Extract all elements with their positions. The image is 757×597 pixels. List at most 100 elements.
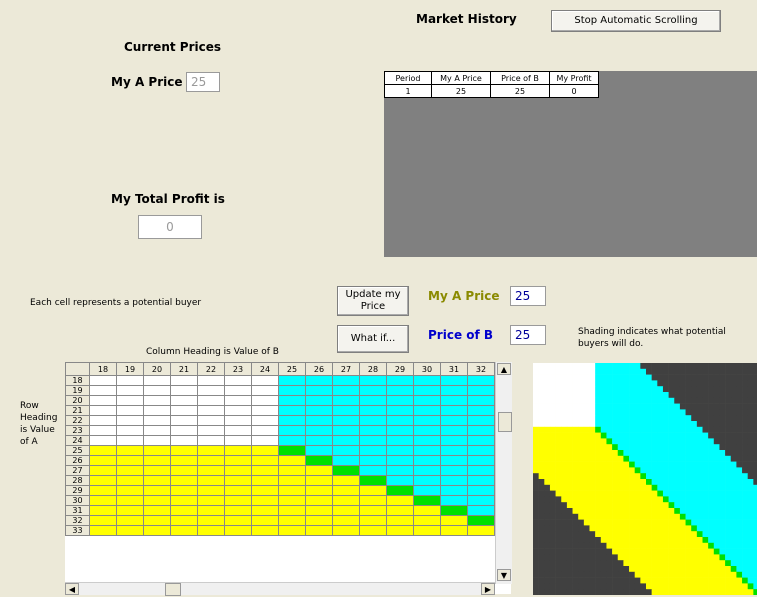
grid-cell[interactable] [89,505,117,516]
grid-cell[interactable] [170,425,198,436]
grid-cell[interactable] [332,445,360,456]
grid-cell[interactable] [278,425,306,436]
grid-cell[interactable] [89,405,117,416]
grid-cell[interactable] [143,505,171,516]
grid-cell[interactable] [467,505,495,516]
grid-cell[interactable] [359,415,387,426]
grid-cell[interactable] [413,515,441,526]
grid-cell[interactable] [305,455,333,466]
grid-cell[interactable] [278,525,306,536]
grid-cell[interactable] [305,395,333,406]
grid-cell[interactable] [332,425,360,436]
grid-cell[interactable] [413,485,441,496]
grid-cell[interactable] [89,525,117,536]
grid-cell[interactable] [413,455,441,466]
grid-cell[interactable] [440,395,468,406]
grid-cell[interactable] [197,465,225,476]
grid-cell[interactable] [359,475,387,486]
scroll-thumb[interactable] [498,412,512,432]
grid-cell[interactable] [116,475,144,486]
grid-cell[interactable] [143,425,171,436]
grid-cell[interactable] [359,515,387,526]
grid-cell[interactable] [440,525,468,536]
grid-cell[interactable] [89,475,117,486]
grid-cell[interactable] [278,465,306,476]
grid-cell[interactable] [197,525,225,536]
grid-cell[interactable] [143,385,171,396]
grid-cell[interactable] [224,425,252,436]
grid-cell[interactable] [251,375,279,386]
grid-cell[interactable] [251,455,279,466]
grid-cell[interactable] [413,385,441,396]
grid-cell[interactable] [170,385,198,396]
grid-cell[interactable] [359,435,387,446]
grid-cell[interactable] [332,385,360,396]
grid-cell[interactable] [440,455,468,466]
grid-cell[interactable] [116,455,144,466]
grid-cell[interactable] [440,375,468,386]
grid-cell[interactable] [251,525,279,536]
grid-cell[interactable] [116,435,144,446]
grid-cell[interactable] [116,385,144,396]
grid-cell[interactable] [197,475,225,486]
grid-cell[interactable] [467,425,495,436]
grid-cell[interactable] [332,525,360,536]
grid-cell[interactable] [170,485,198,496]
grid-cell[interactable] [332,515,360,526]
grid-cell[interactable] [251,445,279,456]
grid-cell[interactable] [143,475,171,486]
grid-cell[interactable] [89,485,117,496]
grid-cell[interactable] [386,455,414,466]
grid-cell[interactable] [224,455,252,466]
grid-cell[interactable] [305,445,333,456]
grid-cell[interactable] [197,405,225,416]
grid-cell[interactable] [251,485,279,496]
grid-cell[interactable] [251,395,279,406]
grid-cell[interactable] [386,515,414,526]
grid-cell[interactable] [170,475,198,486]
grid-cell[interactable] [197,515,225,526]
grid-cell[interactable] [305,375,333,386]
grid-cell[interactable] [467,445,495,456]
grid-cell[interactable] [143,445,171,456]
grid-cell[interactable] [89,415,117,426]
grid-cell[interactable] [440,505,468,516]
grid-cell[interactable] [359,375,387,386]
grid-cell[interactable] [332,505,360,516]
grid-cell[interactable] [278,375,306,386]
grid-cell[interactable] [143,515,171,526]
grid-cell[interactable] [116,425,144,436]
grid-cell[interactable] [116,395,144,406]
grid-cell[interactable] [278,445,306,456]
update-my-price-button[interactable]: Update my Price [337,286,409,316]
grid-cell[interactable] [251,515,279,526]
grid-cell[interactable] [332,375,360,386]
grid-cell[interactable] [197,415,225,426]
grid-cell[interactable] [359,405,387,416]
b-price-input[interactable]: 25 [510,325,546,345]
grid-cell[interactable] [386,405,414,416]
grid-cell[interactable] [467,455,495,466]
grid-cell[interactable] [278,385,306,396]
grid-cell[interactable] [440,435,468,446]
grid-cell[interactable] [413,395,441,406]
grid-cell[interactable] [413,445,441,456]
grid-cell[interactable] [386,385,414,396]
grid-cell[interactable] [386,425,414,436]
grid-cell[interactable] [251,495,279,506]
grid-cell[interactable] [440,475,468,486]
grid-cell[interactable] [386,375,414,386]
grid-cell[interactable] [413,525,441,536]
grid-cell[interactable] [386,415,414,426]
grid-cell[interactable] [305,515,333,526]
grid-cell[interactable] [224,525,252,536]
grid-cell[interactable] [467,375,495,386]
grid-cell[interactable] [170,395,198,406]
grid-cell[interactable] [332,395,360,406]
grid-cell[interactable] [224,475,252,486]
grid-cell[interactable] [332,475,360,486]
grid-cell[interactable] [116,515,144,526]
grid-cell[interactable] [440,415,468,426]
scroll-right-icon[interactable]: ▶ [481,583,495,595]
grid-cell[interactable] [413,375,441,386]
